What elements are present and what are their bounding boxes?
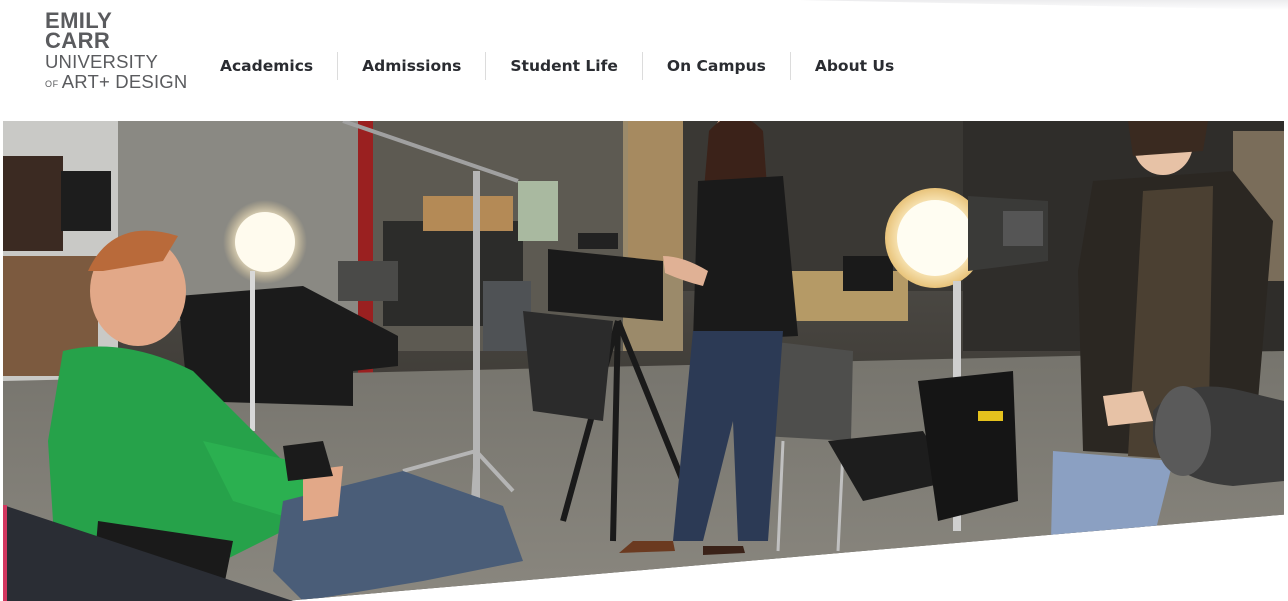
logo-line-carr: CARR <box>45 28 111 53</box>
nav-item-academics[interactable]: Academics <box>196 52 337 80</box>
logo-of: OF <box>45 79 59 89</box>
nav-item-on-campus[interactable]: On Campus <box>641 52 790 80</box>
site-header: EMILY CARR UNIVERSITY OF ART+ DESIGN Acad… <box>0 0 1288 120</box>
logo-line-art-design: OF ART+ DESIGN <box>45 72 195 94</box>
logo-line-university: UNIVERSITY <box>45 51 159 72</box>
university-logo[interactable]: EMILY CARR UNIVERSITY OF ART+ DESIGN <box>45 10 195 94</box>
main-navigation: Academics Admissions Student Life On Cam… <box>196 52 918 80</box>
hero-image <box>3 121 1284 601</box>
nav-item-about-us[interactable]: About Us <box>789 52 918 80</box>
logo-art-design-text: ART+ DESIGN <box>61 71 188 92</box>
nav-item-admissions[interactable]: Admissions <box>337 52 485 80</box>
hero-photo-illustration <box>3 121 1284 601</box>
corner-accent-bar <box>3 505 7 601</box>
nav-item-student-life[interactable]: Student Life <box>485 52 642 80</box>
